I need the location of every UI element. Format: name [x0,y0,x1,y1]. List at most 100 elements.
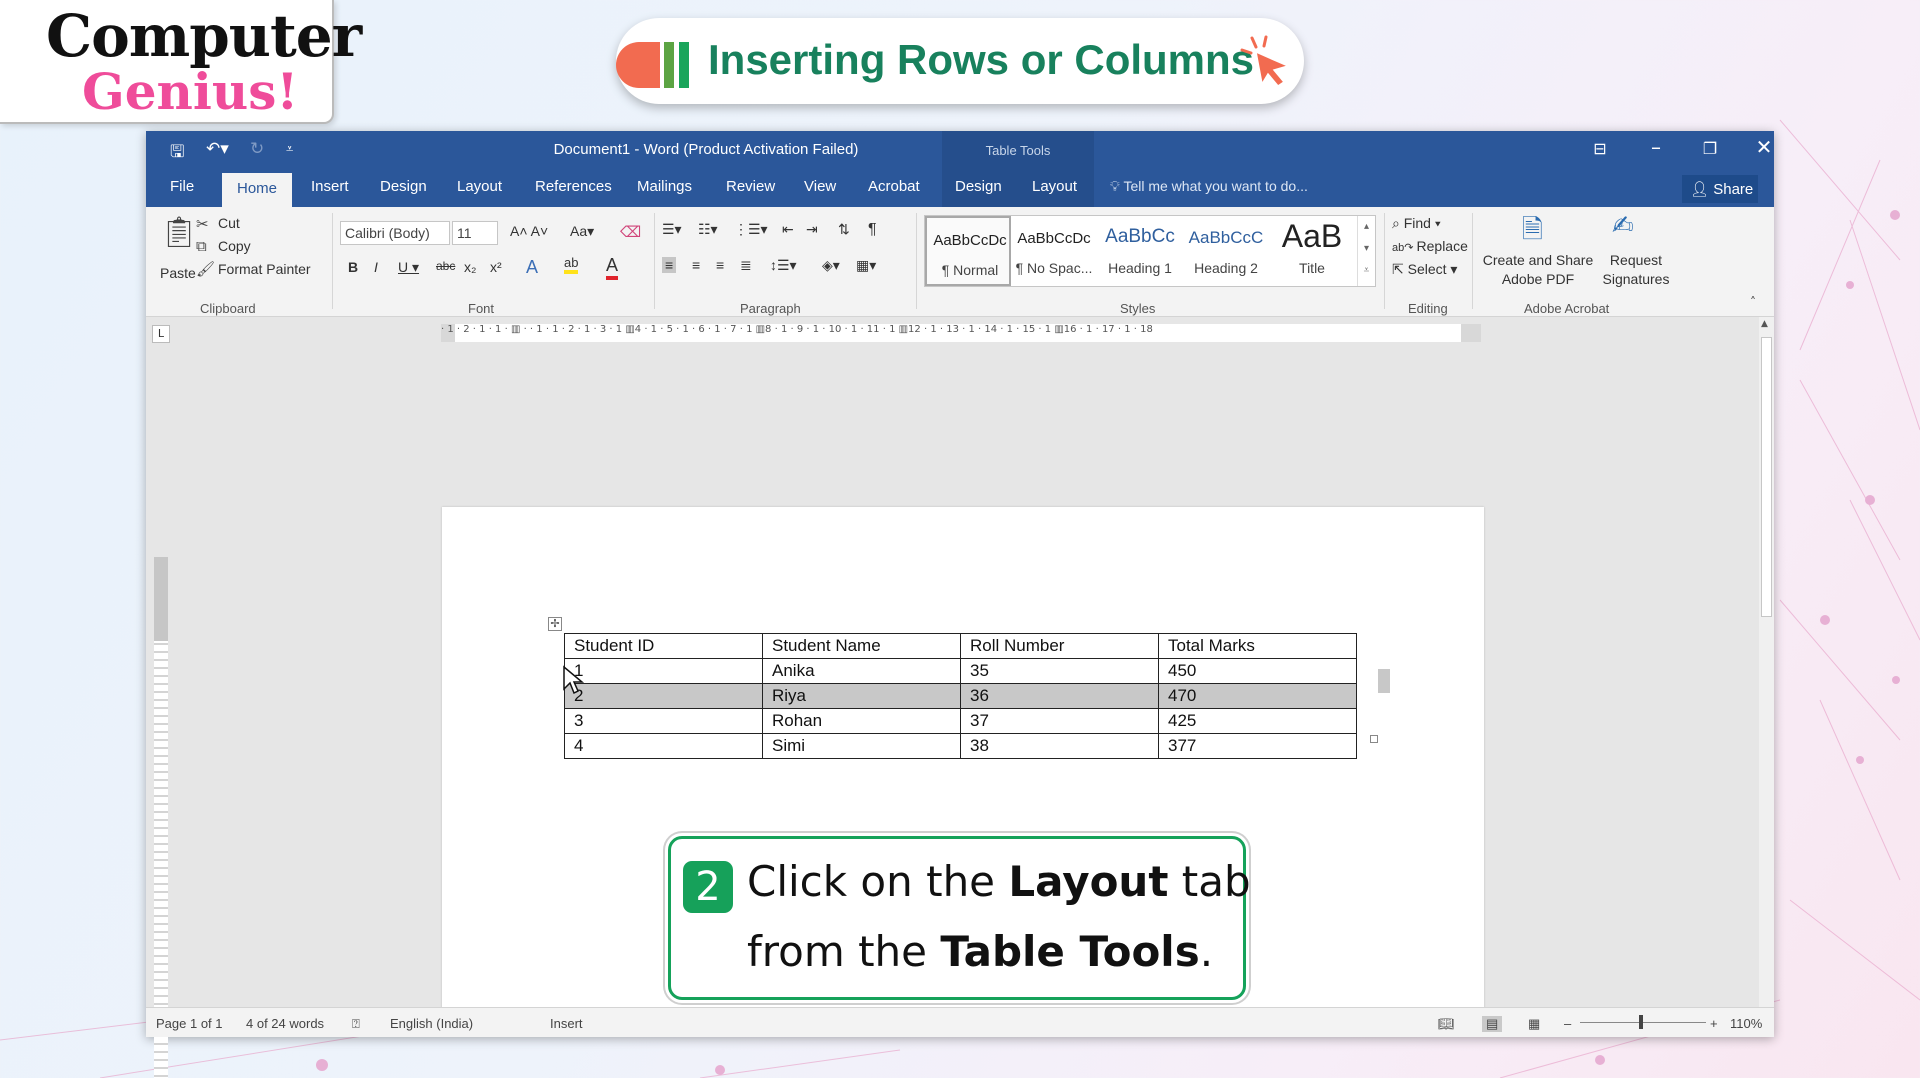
zoom-out-icon[interactable]: – [1564,1016,1571,1031]
header-student-name[interactable]: Student Name [762,633,961,659]
clear-formatting-icon[interactable]: ⌫ [620,223,641,241]
copy-button[interactable]: Copy [218,238,251,254]
tab-references[interactable]: References [535,178,612,195]
insert-mode-indicator[interactable]: Insert [550,1016,583,1031]
vertical-scrollbar[interactable]: ▲ ▼ [1759,317,1774,1021]
scroll-up-icon[interactable]: ▲ [1761,319,1768,329]
styles-scroll-icon[interactable]: ▴ ▾ ⩡ [1357,216,1375,286]
tab-view[interactable]: View [804,178,836,195]
header-student-id[interactable]: Student ID [564,633,763,659]
zoom-slider-thumb[interactable] [1639,1015,1643,1029]
create-share-pdf-button[interactable]: Create and Share Adobe PDF [1482,251,1594,289]
table-move-handle-icon[interactable]: ✢ [548,617,562,631]
cut-button[interactable]: Cut [218,215,240,231]
shading-icon[interactable]: ◈▾ [822,257,840,274]
style-no-spacing[interactable]: AaBbCcDc ¶ No Spac... [1011,216,1097,286]
underline-button[interactable]: U ▾ [398,259,419,276]
increase-indent-icon[interactable]: ⇥ [806,221,818,238]
header-roll-number[interactable]: Roll Number [960,633,1159,659]
align-center-icon[interactable]: ≡ [692,257,700,273]
format-painter-button[interactable]: Format Painter [218,261,311,277]
tab-review[interactable]: Review [726,178,775,195]
paste-icon[interactable]: 📋︎ [160,215,198,250]
show-formatting-icon[interactable]: ¶ [868,221,877,239]
share-button[interactable]: 👤︎ Share [1682,175,1758,203]
multilevel-list-icon[interactable]: ⋮☰▾ [734,221,768,238]
paste-button[interactable]: Paste [160,265,196,281]
superscript-button[interactable]: x² [490,259,502,275]
numbering-icon[interactable]: ☷▾ [698,221,718,238]
justify-icon[interactable]: ≣ [740,257,752,274]
minimize-icon[interactable]: – [1636,135,1676,159]
tab-table-layout[interactable]: Layout [1032,178,1077,195]
italic-button[interactable]: I [374,259,378,275]
table-cell[interactable]: 1 [564,658,763,684]
table-cell[interactable]: Anika [762,658,961,684]
collapse-ribbon-icon[interactable]: ˄ [1750,295,1756,309]
close-icon[interactable]: ✕ [1744,135,1784,159]
table-cell[interactable]: 377 [1158,733,1357,759]
tab-selector-icon[interactable]: L [152,325,170,343]
word-count[interactable]: 4 of 24 words [246,1016,324,1031]
strikethrough-button[interactable]: abc [436,259,455,273]
decrease-indent-icon[interactable]: ⇤ [782,221,794,238]
tab-design[interactable]: Design [380,178,427,195]
subscript-button[interactable]: x₂ [464,259,476,275]
style-heading-2[interactable]: AaBbCcC Heading 2 [1183,216,1269,286]
table-cell[interactable]: 425 [1158,708,1357,734]
tab-insert[interactable]: Insert [311,178,349,195]
student-table[interactable]: Student ID Student Name Roll Number Tota… [564,633,1357,759]
print-layout-icon[interactable]: ▤ [1482,1016,1503,1032]
style-normal[interactable]: AaBbCcDc ¶ Normal [925,216,1011,286]
table-cell[interactable]: Riya [762,683,961,709]
tab-home[interactable]: Home [222,173,293,207]
highlight-icon[interactable]: ab [564,255,579,274]
replace-button[interactable]: ab↷ Replace [1392,238,1468,254]
find-button[interactable]: ⌕ Find ▾ [1392,215,1441,232]
zoom-level[interactable]: 110% [1730,1016,1762,1031]
table-cell[interactable]: 4 [564,733,763,759]
font-color-icon[interactable]: A [606,255,619,280]
scrollbar-thumb[interactable] [1761,337,1772,617]
zoom-in-icon[interactable]: + [1710,1016,1718,1031]
table-cell[interactable]: Simi [762,733,961,759]
bold-button[interactable]: B [348,259,358,275]
font-name-combo[interactable]: Calibri (Body) [340,221,450,245]
table-cell[interactable]: 36 [960,683,1159,709]
table-cell[interactable]: 2 [564,683,763,709]
table-cell[interactable]: Rohan [762,708,961,734]
read-mode-icon[interactable]: 📖︎ [1438,1016,1455,1032]
zoom-slider-track[interactable] [1580,1022,1706,1023]
style-heading-1[interactable]: AaBbCc Heading 1 [1097,216,1183,286]
tell-me-search[interactable]: 💡︎ Tell me what you want to do... [1110,178,1308,195]
page-count[interactable]: Page 1 of 1 [156,1016,223,1031]
header-total-marks[interactable]: Total Marks [1158,633,1357,659]
line-spacing-icon[interactable]: ↕☰▾ [770,257,797,274]
tab-acrobat[interactable]: Acrobat [868,178,920,195]
tab-file[interactable]: File [170,178,194,195]
table-cell[interactable]: 38 [960,733,1159,759]
ribbon-display-icon[interactable]: ⊟ [1580,139,1620,158]
borders-icon[interactable]: ▦▾ [856,257,876,274]
save-icon[interactable]: 🖫 [170,139,184,168]
select-button[interactable]: ⇱ Select ▾ [1392,261,1457,278]
table-cell[interactable]: 450 [1158,658,1357,684]
align-right-icon[interactable]: ≡ [716,257,724,273]
undo-icon[interactable]: ↶▾ [206,139,229,159]
align-left-icon[interactable]: ≡ [662,257,677,273]
table-cell[interactable]: 470 [1158,683,1357,709]
restore-icon[interactable]: ❐ [1690,139,1730,158]
table-cell[interactable]: 37 [960,708,1159,734]
table-cell[interactable]: 35 [960,658,1159,684]
text-effects-icon[interactable]: A [526,257,538,278]
tab-mailings[interactable]: Mailings [637,178,692,195]
sort-icon[interactable]: ⇅ [838,221,850,238]
bullets-icon[interactable]: ☰▾ [662,221,682,238]
font-size-combo[interactable]: 11 [452,221,498,245]
style-title[interactable]: AaB Title [1269,216,1355,286]
web-layout-icon[interactable]: ▦ [1528,1016,1540,1032]
proofing-icon[interactable]: ⍰ [352,1016,360,1032]
table-cell[interactable]: 3 [564,708,763,734]
customize-qat-icon[interactable]: ⩡ [286,142,293,157]
redo-icon[interactable]: ↻ [250,139,264,159]
